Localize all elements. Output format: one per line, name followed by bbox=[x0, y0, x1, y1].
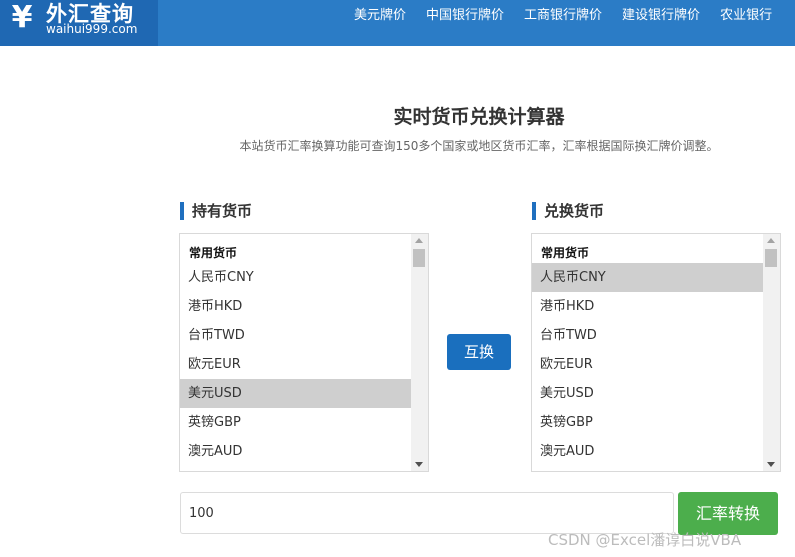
from-option-twd[interactable]: 台币TWD bbox=[180, 321, 412, 350]
page-subtitle: 本站货币汇率换算功能可查询150多个国家或地区货币汇率，汇率根据国际换汇牌价调整… bbox=[239, 139, 719, 153]
from-currency-heading: 持有货币 bbox=[180, 202, 252, 220]
from-option-aud[interactable]: 澳元AUD bbox=[180, 437, 412, 466]
nav-ccb-rates[interactable]: 建设银行牌价 bbox=[612, 0, 710, 32]
to-option-gbp[interactable]: 英镑GBP bbox=[532, 408, 764, 437]
scroll-down-icon[interactable] bbox=[415, 462, 423, 467]
to-currency-list[interactable]: 常用货币 人民币CNY 港币HKD 台币TWD 欧元EUR 美元USD 英镑GB… bbox=[531, 233, 781, 472]
to-option-cny[interactable]: 人民币CNY bbox=[532, 263, 764, 292]
from-list-scrollbar[interactable] bbox=[411, 234, 428, 471]
from-option-hkd[interactable]: 港币HKD bbox=[180, 292, 412, 321]
to-option-aud[interactable]: 澳元AUD bbox=[532, 437, 764, 466]
scroll-up-icon[interactable] bbox=[767, 238, 775, 243]
watermark-text: CSDN @Excel潘谆白说VBA bbox=[548, 531, 742, 549]
from-option-cny[interactable]: 人民币CNY bbox=[180, 263, 412, 292]
from-option-gbp[interactable]: 英镑GBP bbox=[180, 408, 412, 437]
amount-input[interactable] bbox=[180, 492, 674, 534]
to-list-scrollbar[interactable] bbox=[763, 234, 780, 471]
swap-button[interactable]: 互换 bbox=[447, 334, 511, 370]
scroll-thumb[interactable] bbox=[413, 249, 425, 267]
nav-usd-rates[interactable]: 美元牌价 bbox=[344, 0, 416, 32]
to-option-hkd[interactable]: 港币HKD bbox=[532, 292, 764, 321]
scroll-thumb[interactable] bbox=[765, 249, 777, 267]
nav-boc-rates[interactable]: 中国银行牌价 bbox=[416, 0, 514, 32]
from-currency-list[interactable]: 常用货币 人民币CNY 港币HKD 台币TWD 欧元EUR 美元USD 英镑GB… bbox=[179, 233, 429, 472]
main-nav: 美元牌价 中国银行牌价 工商银行牌价 建设银行牌价 农业银行 bbox=[344, 0, 782, 32]
nav-icbc-rates[interactable]: 工商银行牌价 bbox=[514, 0, 612, 32]
from-option-usd[interactable]: 美元USD bbox=[180, 379, 412, 408]
top-header: ¥ 外汇查询 waihui999.com 美元牌价 中国银行牌价 工商银行牌价 … bbox=[0, 0, 795, 46]
site-logo[interactable]: ¥ 外汇查询 waihui999.com bbox=[0, 0, 158, 46]
to-option-twd[interactable]: 台币TWD bbox=[532, 321, 764, 350]
nav-abc-rates[interactable]: 农业银行 bbox=[710, 0, 782, 32]
from-option-eur[interactable]: 欧元EUR bbox=[180, 350, 412, 379]
to-group-label: 常用货币 bbox=[541, 246, 590, 260]
to-option-eur[interactable]: 欧元EUR bbox=[532, 350, 764, 379]
scroll-down-icon[interactable] bbox=[767, 462, 775, 467]
logo-domain: waihui999.com bbox=[46, 22, 138, 36]
yen-icon: ¥ bbox=[11, 0, 33, 35]
from-group-label: 常用货币 bbox=[189, 246, 238, 260]
to-currency-heading: 兑换货币 bbox=[532, 202, 604, 220]
to-option-usd[interactable]: 美元USD bbox=[532, 379, 764, 408]
page-title: 实时货币兑换计算器 bbox=[393, 106, 565, 128]
scroll-up-icon[interactable] bbox=[415, 238, 423, 243]
